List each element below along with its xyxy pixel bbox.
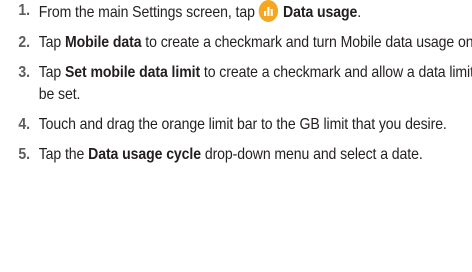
step-3: 3. Tap Set mobile data limit to create a…	[0, 62, 472, 106]
step-4: 4. Touch and drag the orange limit bar t…	[0, 114, 472, 136]
step-text-pre: From the main Settings screen, tap	[38, 4, 255, 21]
step-number: 3.	[18, 64, 30, 81]
step-2: 2. Tap Mobile data to create a checkmark…	[0, 32, 472, 54]
step-1: 1. From the main Settings screen, tap Dat…	[0, 0, 472, 24]
step-number: 2.	[18, 34, 30, 51]
step-text: Tap Mobile data to create a checkmark an…	[39, 34, 472, 51]
step-text-post: to create a checkmark and turn Mobile da…	[141, 34, 472, 51]
step-text: Tap the Data usage cycle drop-down menu …	[39, 146, 423, 163]
step-number: 5.	[18, 146, 30, 163]
step-text-pre: Tap	[38, 34, 65, 51]
step-5: 5. Tap the Data usage cycle drop-down me…	[0, 144, 472, 166]
step-text-bold: Data usage cycle	[88, 146, 201, 163]
step-number: 4.	[18, 116, 30, 133]
data-usage-icon	[258, 0, 278, 22]
step-text: Touch and drag the orange limit bar to t…	[38, 116, 447, 133]
step-text-bold: Set mobile data limit	[64, 64, 201, 81]
step-text-post: drop-down menu and select a date.	[200, 146, 423, 163]
step-text-pre: Tap	[38, 64, 65, 81]
instruction-steps: 1. From the main Settings screen, tap Dat…	[0, 0, 472, 174]
step-number: 1.	[18, 2, 30, 19]
step-text-post: .	[357, 4, 362, 21]
step-text-bold: Mobile data	[64, 34, 142, 51]
step-text-pre: Tap the	[38, 146, 89, 163]
step-text: From the main Settings screen, tap Data u…	[38, 0, 362, 22]
step-text-bold: Data usage	[283, 4, 358, 21]
step-text: Tap Set mobile data limit to create a ch…	[39, 64, 472, 103]
